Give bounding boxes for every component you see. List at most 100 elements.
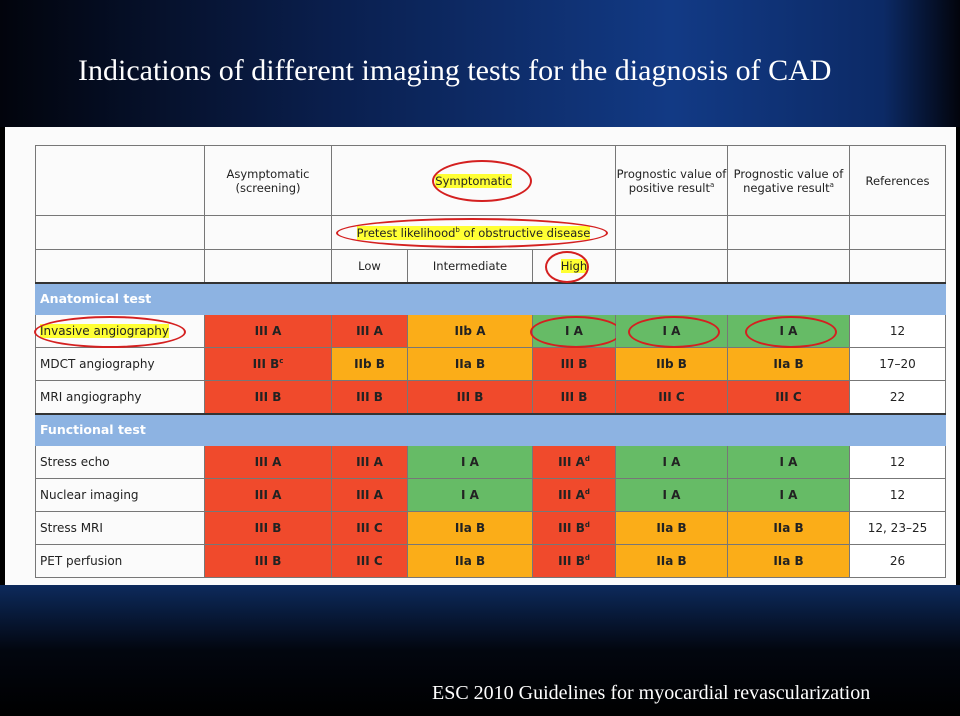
recommendation-class: III B bbox=[456, 389, 484, 404]
row-label: Stress MRI bbox=[35, 511, 205, 545]
recommendation-class: IIa B bbox=[454, 521, 486, 535]
title-band: Indications of different imaging tests f… bbox=[0, 0, 960, 127]
recommendation-class: IIb B bbox=[354, 357, 385, 371]
header-pretest: Pretest likelihoodb of obstructive disea… bbox=[331, 215, 616, 250]
header-row: Low Intermediate High bbox=[35, 249, 946, 283]
recommendation-cell: III C bbox=[615, 380, 728, 414]
header-references: References bbox=[849, 145, 946, 216]
recommendation-class: III A bbox=[558, 488, 585, 502]
table-row: MRI angiography III B III B III B III B III C… bbox=[35, 380, 946, 414]
empty-cell bbox=[727, 249, 850, 283]
test-name: MDCT angiography bbox=[40, 357, 155, 371]
recommendation-class: IIb B bbox=[656, 357, 687, 371]
header-positive: Prognostic value of positive resulta bbox=[615, 145, 728, 216]
recommendation-cell: IIa B bbox=[727, 347, 850, 381]
recommendation-cell: IIa B bbox=[407, 347, 533, 381]
recommendation-class: IIa B bbox=[773, 554, 804, 568]
header-asymptomatic: Asymptomatic (screening) bbox=[204, 145, 332, 216]
section-header: Anatomical test bbox=[35, 281, 946, 315]
row-label: Stress echo bbox=[35, 445, 205, 479]
recommendation-class: I A bbox=[565, 324, 583, 338]
recommendation-class: I A bbox=[779, 324, 798, 338]
test-name: Nuclear imaging bbox=[40, 488, 139, 502]
recommendation-cell: IIb B bbox=[615, 347, 728, 381]
recommendation-cell: III A bbox=[331, 478, 408, 512]
recommendation-cell: III B bbox=[204, 544, 332, 578]
recommendation-cell: III Bc bbox=[204, 347, 332, 381]
symptomatic-label: Symptomatic bbox=[435, 173, 512, 188]
table-row: Nuclear imaging III A III AI A III Ad I AI A… bbox=[35, 478, 946, 512]
reference-cell: 12 bbox=[849, 478, 946, 512]
recommendation-cell: I A bbox=[727, 445, 850, 479]
footnote-mark: d bbox=[584, 521, 590, 529]
pretest-label: Pretest likelihoodb of obstructive disea… bbox=[356, 225, 591, 240]
reference-cell: 12 bbox=[849, 314, 946, 348]
recommendation-class: I A bbox=[662, 324, 681, 338]
row-label: PET perfusion bbox=[35, 544, 205, 578]
recommendation-cell: III B bbox=[407, 380, 533, 414]
pretest-text: Pretest likelihood bbox=[356, 225, 456, 240]
recommendation-class: III B bbox=[558, 521, 585, 535]
recommendation-cell: I A bbox=[727, 478, 850, 512]
footnote-mark: c bbox=[279, 357, 284, 365]
recommendation-cell: III B bbox=[532, 380, 616, 414]
table-row: Stress MRI III B III C IIa B III Bd IIa B IIa … bbox=[35, 511, 946, 545]
footnote-mark: d bbox=[584, 455, 590, 463]
header-row: Asymptomatic (screening) Symptomatic Pro… bbox=[35, 145, 946, 216]
section-title: Anatomical test bbox=[35, 281, 850, 315]
recommendation-cell: III C bbox=[727, 380, 850, 414]
recommendation-class: I A bbox=[662, 455, 681, 469]
recommendation-cell: IIa B bbox=[615, 544, 728, 578]
recommendation-class: III B bbox=[356, 389, 383, 404]
recommendation-class: IIa B bbox=[773, 521, 804, 535]
table-row: Stress echo III A III AI A III Ad I AI A 12 bbox=[35, 445, 946, 479]
imaging-indications-table: Asymptomatic (screening) Symptomatic Pro… bbox=[34, 145, 946, 578]
recommendation-class: I A bbox=[461, 455, 479, 469]
footnote-mark: d bbox=[584, 488, 590, 496]
table-row: PET perfusion III B III C IIa B III Bd IIa BI… bbox=[35, 544, 946, 578]
recommendation-class: III C bbox=[658, 389, 685, 404]
recommendation-cell: IIa B bbox=[407, 544, 533, 578]
footnote-mark: d bbox=[584, 554, 590, 562]
recommendation-cell: IIa B bbox=[407, 511, 533, 545]
recommendation-class: IIb A bbox=[454, 324, 486, 338]
header-negative: Prognostic value of negative resulta bbox=[727, 145, 850, 216]
header-row: Pretest likelihoodb of obstructive disea… bbox=[35, 215, 946, 250]
empty-cell bbox=[204, 215, 332, 250]
pretest-text: of obstructive disease bbox=[459, 225, 591, 240]
recommendation-class: III B bbox=[560, 389, 588, 404]
recommendation-class: III B bbox=[254, 389, 282, 404]
recommendation-class: I A bbox=[779, 488, 798, 502]
recommendation-cell: IIa B bbox=[727, 511, 850, 545]
test-name: Stress echo bbox=[40, 455, 110, 469]
footnote-mark: a bbox=[710, 180, 715, 189]
slide-title: Indications of different imaging tests f… bbox=[78, 54, 832, 87]
empty-cell bbox=[204, 249, 332, 283]
test-name: Invasive angiography bbox=[40, 324, 169, 338]
header-low: Low bbox=[331, 249, 408, 283]
recommendation-cell: I A bbox=[530, 314, 622, 348]
recommendation-class: III A bbox=[558, 455, 585, 469]
test-name: MRI angiography bbox=[40, 389, 142, 404]
recommendation-class: IIa B bbox=[773, 357, 804, 371]
recommendation-class: I A bbox=[461, 488, 479, 502]
recommendation-cell: III Bd bbox=[532, 511, 616, 545]
reference-cell: 22 bbox=[849, 380, 946, 414]
empty-cell bbox=[615, 249, 728, 283]
header-symptomatic: Symptomatic bbox=[331, 145, 616, 216]
header-intermediate: Intermediate bbox=[407, 249, 533, 283]
recommendation-cell: III Bd bbox=[532, 544, 616, 578]
recommendation-cell: I A bbox=[407, 478, 533, 512]
recommendation-cell: III Ad bbox=[532, 445, 616, 479]
recommendation-cell: I A bbox=[407, 445, 533, 479]
recommendation-cell: III A bbox=[204, 478, 332, 512]
recommendation-class: III C bbox=[356, 554, 383, 568]
recommendation-cell: III A bbox=[331, 314, 408, 348]
recommendation-cell: III B bbox=[204, 380, 332, 414]
recommendation-class: III B bbox=[254, 521, 282, 535]
reference-cell: 17–20 bbox=[849, 347, 946, 381]
recommendation-cell: I A bbox=[615, 314, 728, 348]
test-name: Stress MRI bbox=[40, 521, 103, 535]
recommendation-class: III A bbox=[356, 488, 383, 502]
recommendation-cell: I A bbox=[727, 314, 850, 348]
